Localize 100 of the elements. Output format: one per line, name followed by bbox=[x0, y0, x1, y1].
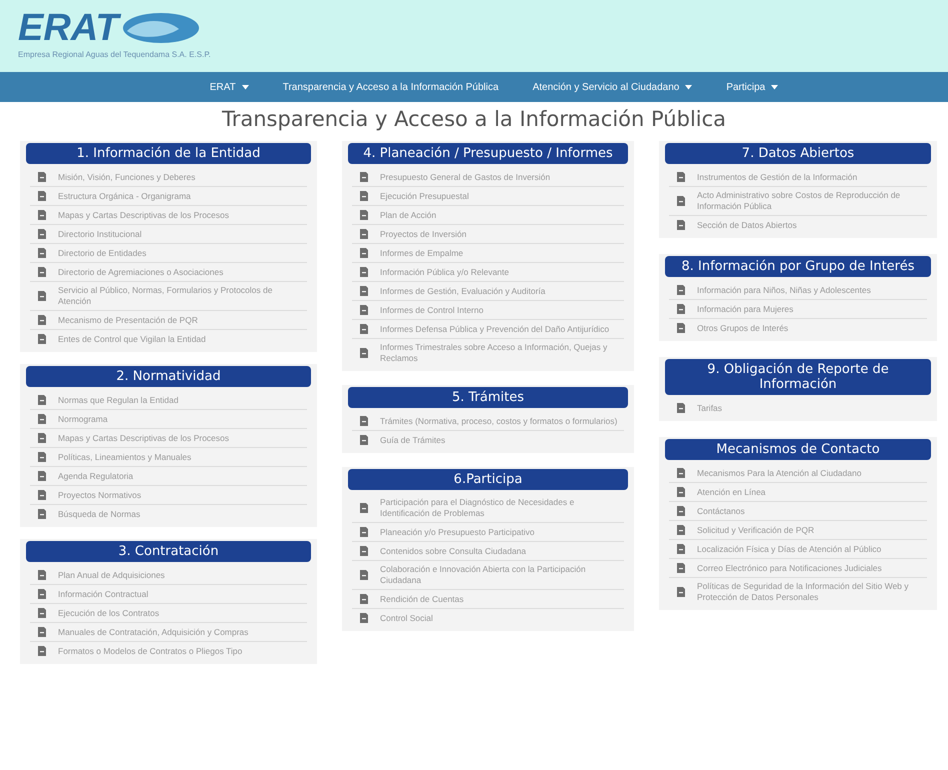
menu-link[interactable]: Colaboración e Innovación Abierta con la Participación Ciudadana bbox=[380, 564, 624, 586]
document-icon bbox=[358, 266, 370, 278]
menu-link[interactable]: Ejecución de los Contratos bbox=[58, 608, 160, 618]
menu-link[interactable]: Búsqueda de Normas bbox=[58, 508, 140, 520]
menu-link[interactable]: Servicio al Público, Normas, Formularios y Protocolos de Atención bbox=[58, 285, 307, 307]
document-icon bbox=[36, 588, 48, 600]
document-icon bbox=[358, 171, 370, 183]
menu-link[interactable]: Planeación y/o Presupuesto Participativo bbox=[380, 526, 535, 538]
document-icon bbox=[358, 569, 370, 581]
menu-link[interactable]: Entes de Control que Vigilan la Entidad bbox=[58, 334, 206, 344]
menu-link[interactable]: Ejecución Presupuestal bbox=[380, 190, 469, 202]
document-icon bbox=[36, 432, 48, 444]
section-heading: 6.Participa bbox=[348, 469, 628, 490]
menu-link[interactable]: Solicitud y Verificación de PQR bbox=[697, 524, 814, 536]
menu-link[interactable]: Directorio Institucional bbox=[58, 228, 142, 240]
menu-link[interactable]: Sección de Datos Abiertos bbox=[697, 220, 797, 230]
water-drop-logo-icon bbox=[120, 11, 201, 45]
document-icon bbox=[675, 195, 687, 207]
menu-link[interactable]: Instrumentos de Gestión de la Información bbox=[697, 172, 858, 182]
section-heading: 2. Normatividad bbox=[26, 366, 311, 387]
menu-link[interactable]: Plan Anual de Adquisiciones bbox=[58, 570, 165, 580]
document-icon bbox=[36, 451, 48, 463]
menu-link[interactable]: Atención en Línea bbox=[697, 486, 766, 498]
document-icon bbox=[358, 545, 370, 557]
menu-link[interactable]: Agenda Regulatoria bbox=[58, 470, 134, 482]
document-icon bbox=[36, 333, 48, 345]
menu-link[interactable]: Guía de Trámites bbox=[380, 434, 446, 446]
document-icon bbox=[36, 314, 48, 326]
document-icon bbox=[36, 190, 48, 202]
document-icon bbox=[675, 402, 687, 414]
menu-link[interactable]: Informes Trimestrales sobre Acceso a Información, Quejas y Reclamos bbox=[380, 342, 624, 364]
menu-link[interactable]: Políticas de Seguridad de la Información del Sitio Web y Protección de Datos Personales bbox=[697, 581, 927, 603]
document-icon bbox=[675, 486, 687, 498]
menu-link[interactable]: Políticas, Lineamientos y Manuales bbox=[58, 452, 192, 462]
menu-link[interactable]: Participación para el Diagnóstico de Necesidades e Identificación de Problemas bbox=[380, 497, 624, 519]
company-name: Empresa Regional Aguas del Tequendama S.A. E.S.P. bbox=[18, 50, 212, 59]
menu-link[interactable]: Normas que Regulan la Entidad bbox=[58, 394, 178, 406]
document-icon bbox=[36, 209, 48, 221]
document-icon bbox=[675, 322, 687, 334]
menu-link[interactable]: Misión, Visión, Funciones y Deberes bbox=[58, 172, 196, 182]
menu-link[interactable]: Informes Defensa Pública y Prevención del Daño Antijurídico bbox=[380, 324, 610, 334]
menu-link[interactable]: Presupuesto General de Gastos de Inversión bbox=[380, 172, 550, 182]
menu-link[interactable]: Proyectos Normativos bbox=[58, 490, 142, 500]
menu-link[interactable]: Información para Niños, Niñas y Adolescentes bbox=[697, 284, 871, 296]
menu-link[interactable]: Normograma bbox=[58, 414, 108, 424]
menu-link[interactable]: Trámites (Normativa, proceso, costos y formatos o formularios) bbox=[380, 416, 618, 426]
document-icon bbox=[36, 508, 48, 520]
menu-link[interactable]: Plan de Acción bbox=[380, 210, 436, 220]
menu-link[interactable]: Informes de Empalme bbox=[380, 248, 464, 258]
document-icon bbox=[36, 290, 48, 302]
document-icon bbox=[36, 489, 48, 501]
section-heading: 1. Información de la Entidad bbox=[26, 143, 311, 164]
menu-link[interactable]: Manuales de Contratación, Adquisición y Compras bbox=[58, 626, 248, 638]
document-icon bbox=[358, 247, 370, 259]
menu-link[interactable]: Directorio de Entidades bbox=[58, 248, 146, 258]
menu-link[interactable]: Mecanismo de Presentación de PQR bbox=[58, 314, 198, 326]
menu-link[interactable]: Informes de Gestión, Evaluación y Auditoría bbox=[380, 286, 546, 296]
menu-link[interactable]: Informes de Control Interno bbox=[380, 304, 484, 316]
document-icon bbox=[675, 171, 687, 183]
document-icon bbox=[675, 586, 687, 598]
menu-link[interactable]: Acto Administrativo sobre Costos de Reproducción de Información Pública bbox=[697, 190, 927, 212]
menu-link[interactable]: Localización Física y Días de Atención al Público bbox=[697, 544, 882, 554]
document-icon bbox=[358, 502, 370, 514]
document-icon bbox=[358, 190, 370, 202]
menu-link[interactable]: Tarifas bbox=[697, 402, 722, 414]
nav-link[interactable]: Transparencia y Acceso a la Información Pública bbox=[282, 82, 499, 92]
menu-link[interactable]: Mapas y Cartas Descriptivas de los Procesos bbox=[58, 432, 230, 444]
document-icon bbox=[36, 645, 48, 657]
menu-link[interactable]: Formatos o Modelos de Contratos o Pliegos Tipo bbox=[58, 646, 242, 656]
menu-link[interactable]: Proyectos de Inversión bbox=[380, 228, 466, 240]
document-icon bbox=[358, 415, 370, 427]
nav-link[interactable]: ERAT bbox=[210, 82, 249, 92]
menu-link[interactable]: Contenidos sobre Consulta Ciudadana bbox=[380, 546, 526, 556]
document-icon bbox=[36, 607, 48, 619]
document-icon bbox=[358, 304, 370, 316]
document-icon bbox=[358, 434, 370, 446]
document-icon bbox=[36, 228, 48, 240]
section-heading: 5. Trámites bbox=[348, 387, 628, 408]
menu-link[interactable]: Rendición de Cuentas bbox=[380, 594, 464, 604]
document-icon bbox=[36, 247, 48, 259]
menu-link[interactable]: Control Social bbox=[380, 612, 433, 624]
document-icon bbox=[675, 219, 687, 231]
menu-link[interactable]: Información para Mujeres bbox=[697, 304, 794, 314]
menu-link[interactable]: Mecanismos Para la Atención al Ciudadano bbox=[697, 468, 862, 478]
menu-link[interactable]: Contáctanos bbox=[697, 506, 745, 516]
menu-link[interactable]: Mapas y Cartas Descriptivas de los Procesos bbox=[58, 210, 230, 220]
menu-link[interactable]: Información Contractual bbox=[58, 588, 148, 600]
menu-link[interactable]: Información Pública y/o Relevante bbox=[380, 266, 509, 278]
document-icon bbox=[36, 626, 48, 638]
menu-link[interactable]: Otros Grupos de Interés bbox=[697, 322, 788, 334]
menu-link[interactable]: Correo Electrónico para Notificaciones Judiciales bbox=[697, 562, 882, 574]
document-icon bbox=[358, 593, 370, 605]
logo-text[interactable]: ERAT bbox=[18, 8, 119, 48]
menu-link[interactable]: Estructura Orgánica - Organigrama bbox=[58, 190, 191, 202]
menu-link[interactable]: Directorio de Agremiaciones o Asociaciones bbox=[58, 266, 224, 278]
nav-link[interactable]: Participa bbox=[726, 82, 778, 92]
page-title: Transparencia y Acceso a la Información Pública bbox=[220, 107, 728, 131]
nav-link[interactable]: Atención y Servicio al Ciudadano bbox=[532, 82, 692, 92]
document-icon bbox=[36, 394, 48, 406]
document-icon bbox=[36, 569, 48, 581]
